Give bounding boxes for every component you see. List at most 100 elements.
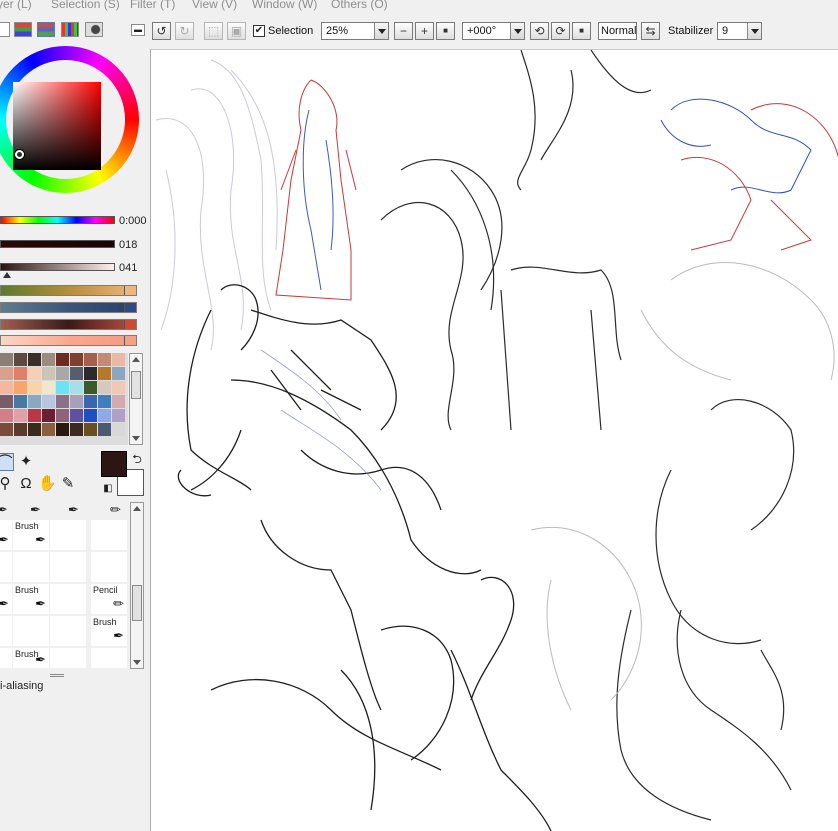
color-swatch[interactable] [14, 395, 27, 408]
blend-mode-select[interactable]: Normal [598, 22, 637, 40]
color-swatch[interactable] [70, 423, 83, 436]
brush-cell[interactable] [0, 552, 12, 582]
mix-bar-3[interactable] [0, 319, 137, 330]
value-slider-thumb[interactable] [3, 272, 11, 278]
color-swatch[interactable] [42, 395, 55, 408]
menu-window[interactable]: Window (W) [252, 0, 317, 11]
color-swatch[interactable] [98, 409, 111, 422]
magic-wand-icon[interactable]: ✦ [17, 453, 35, 471]
zoom-tool-icon[interactable]: ⚲ [0, 475, 14, 493]
color-swatch[interactable] [14, 353, 27, 366]
color-swatch[interactable] [70, 367, 83, 380]
rotate-tool-icon[interactable]: Ω [17, 475, 35, 493]
brush-cell[interactable]: Pencil ✏ [91, 584, 127, 614]
color-swatch[interactable] [70, 395, 83, 408]
undo-button[interactable]: ↺ [152, 22, 171, 40]
saturation-value-square[interactable] [13, 82, 101, 170]
brush-cell[interactable]: ✒ [0, 584, 12, 614]
brush-cell[interactable] [50, 584, 86, 614]
color-swatch[interactable] [56, 395, 69, 408]
brush-cell[interactable]: ✒ [0, 520, 12, 550]
rotate-right-button[interactable]: ⟳ [551, 22, 570, 40]
color-swatch[interactable] [0, 367, 13, 380]
color-swatch[interactable] [28, 353, 41, 366]
mix-bar-1[interactable] [0, 285, 137, 296]
brush-cell[interactable]: Brush ✒ [91, 616, 127, 646]
color-palette-mode-icon[interactable] [61, 22, 79, 37]
color-swatch[interactable] [56, 381, 69, 394]
chevron-down-icon[interactable] [374, 23, 388, 39]
scroll-up-icon[interactable] [133, 506, 141, 511]
color-swatch[interactable] [84, 381, 97, 394]
brush-cell[interactable] [91, 648, 127, 668]
brush-cell[interactable] [91, 552, 127, 582]
menu-filter[interactable]: Filter (T) [130, 0, 175, 11]
zoom-out-button[interactable]: − [394, 22, 413, 40]
color-swatch[interactable] [14, 423, 27, 436]
color-swatch[interactable] [42, 423, 55, 436]
menu-view[interactable]: View (V) [192, 0, 237, 11]
drawing-canvas[interactable] [150, 50, 838, 831]
stabilizer-select[interactable]: 9 [717, 22, 762, 40]
rotation-select[interactable]: +000° [462, 22, 525, 40]
brush-cell[interactable]: Brush ✒ [13, 520, 49, 550]
color-swatch[interactable] [84, 367, 97, 380]
swatches-scrollbar[interactable] [129, 353, 143, 445]
redo-button[interactable]: ↻ [175, 22, 194, 40]
color-swatch[interactable] [28, 367, 41, 380]
rotate-left-button[interactable]: ⟲ [530, 22, 549, 40]
color-swatch[interactable] [70, 353, 83, 366]
scroll-down-icon[interactable] [133, 660, 141, 665]
color-swatch[interactable] [0, 409, 13, 422]
color-swatch[interactable] [112, 367, 125, 380]
color-swatch[interactable] [70, 409, 83, 422]
color-swatch[interactable] [84, 395, 97, 408]
zoom-select[interactable]: 25% [321, 22, 389, 40]
color-swatch[interactable] [112, 409, 125, 422]
color-swatch[interactable] [56, 423, 69, 436]
brush-cell[interactable] [13, 616, 49, 646]
color-swatch[interactable] [70, 381, 83, 394]
color-swatch[interactable] [98, 353, 111, 366]
panel-menu-icon[interactable]: ▬ [131, 24, 145, 36]
color-picker-cursor[interactable] [15, 150, 24, 159]
color-wheel-mode-icon[interactable] [0, 22, 10, 37]
color-swatch[interactable] [98, 395, 111, 408]
reset-colors-icon[interactable]: ◧ [99, 480, 117, 498]
brush-cell[interactable] [0, 616, 12, 646]
brush-cell[interactable] [50, 616, 86, 646]
color-swatch[interactable] [56, 353, 69, 366]
color-swatch[interactable] [84, 353, 97, 366]
rgb-slider-mode-icon[interactable] [14, 22, 32, 37]
zoom-reset-button[interactable]: ■ [436, 22, 455, 40]
brush-cell[interactable] [50, 520, 86, 550]
scroll-up-icon[interactable] [132, 357, 140, 362]
brush-cell[interactable] [13, 552, 49, 582]
menu-selection[interactable]: Selection (S) [51, 0, 120, 11]
chevron-down-icon[interactable] [747, 23, 761, 39]
color-swatch[interactable] [84, 423, 97, 436]
menu-others[interactable]: Others (O) [331, 0, 388, 11]
mix-bar-4[interactable] [0, 335, 137, 346]
color-swatch[interactable] [98, 423, 111, 436]
brush-cell[interactable] [50, 648, 86, 668]
color-swatch[interactable] [42, 381, 55, 394]
brush-panel-scrollbar[interactable] [130, 502, 144, 669]
brush-cell[interactable] [91, 520, 127, 550]
color-swatch[interactable] [28, 409, 41, 422]
color-swatch[interactable] [28, 395, 41, 408]
color-swatch[interactable] [84, 409, 97, 422]
swap-colors-icon[interactable]: ⮌ [128, 450, 146, 468]
color-swatch[interactable] [0, 381, 13, 394]
color-swatch[interactable] [112, 381, 125, 394]
color-swatch[interactable] [56, 367, 69, 380]
color-swatch[interactable] [112, 395, 125, 408]
brush-scroll-thumb[interactable] [132, 585, 142, 621]
scroll-down-icon[interactable] [132, 436, 140, 441]
brush-header-icon[interactable]: ✒ [68, 502, 79, 518]
mix-bar-2[interactable] [0, 302, 137, 313]
brush-cell[interactable] [50, 552, 86, 582]
hsv-slider-mode-icon[interactable] [37, 22, 55, 37]
color-swatch[interactable] [98, 381, 111, 394]
pencil-header-icon[interactable]: ✏ [110, 502, 121, 518]
